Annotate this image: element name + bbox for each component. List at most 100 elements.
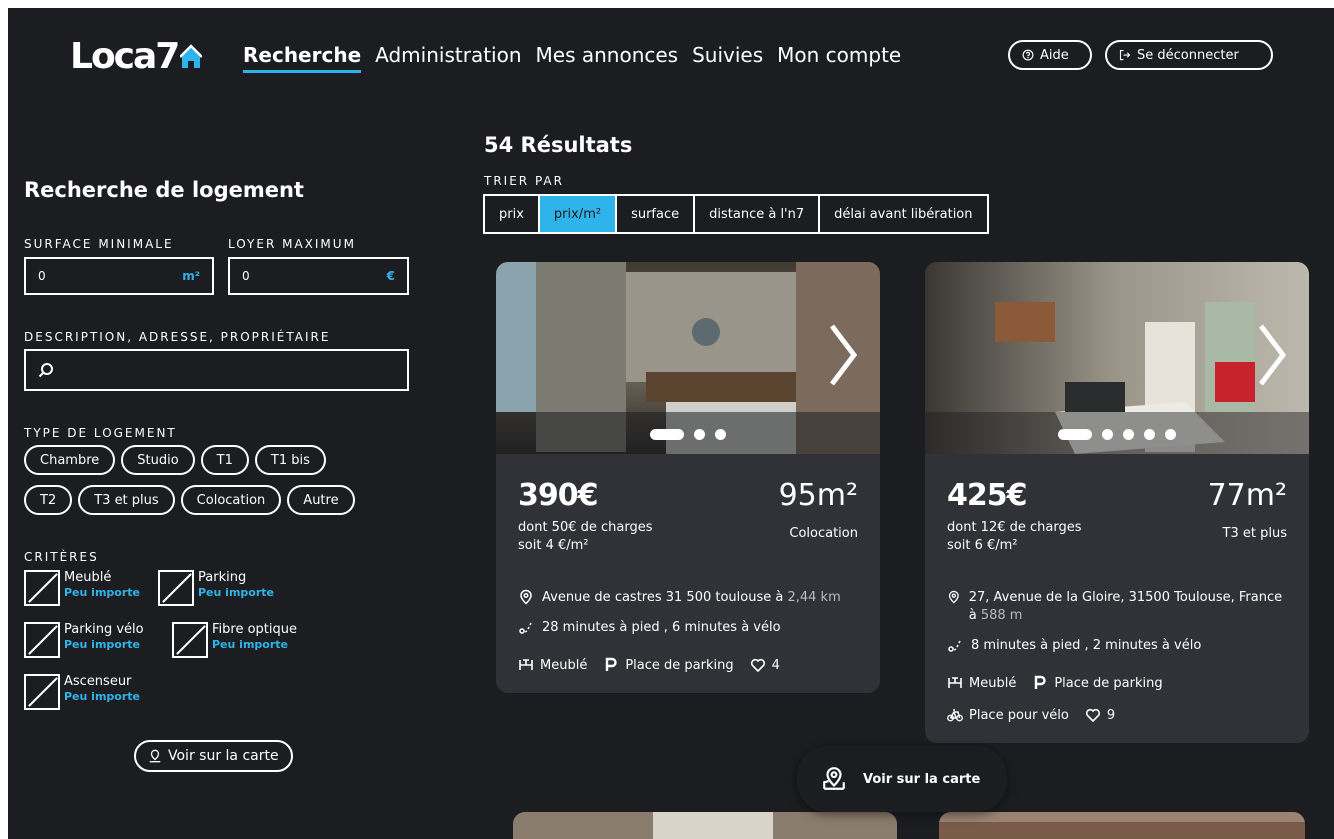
like-button[interactable]: 4 — [750, 657, 780, 673]
floating-map-button[interactable]: Voir sur la carte — [797, 746, 1007, 812]
sort-delai[interactable]: délai avant libération — [820, 196, 986, 232]
nav-item-mon-compte[interactable]: Mon compte — [777, 43, 901, 73]
surface-label: SURFACE MINIMALE — [24, 237, 174, 251]
logo[interactable]: Loca7 — [70, 36, 203, 77]
criterion-toggle[interactable] — [24, 622, 60, 658]
feature-parking: Place de parking — [1032, 675, 1163, 691]
sort-label: TRIER PAR — [484, 174, 564, 188]
type-chip-chambre[interactable]: Chambre — [24, 445, 116, 475]
rent-input[interactable]: 0 € — [228, 257, 409, 295]
sort-prix[interactable]: prix — [485, 196, 540, 232]
house-logo-icon — [180, 43, 203, 68]
listing-card[interactable]: 390€ 95m² Colocation dont 50€ de charges… — [496, 262, 880, 693]
feature-meuble: Meublé — [518, 657, 587, 673]
listing-photo[interactable] — [496, 262, 880, 454]
furniture-icon — [519, 659, 533, 670]
next-photo-arrow[interactable] — [828, 322, 858, 388]
parking-icon — [606, 657, 618, 671]
photo-dot-active[interactable] — [650, 429, 684, 440]
photo-dot[interactable] — [1144, 429, 1155, 440]
criterion-fibre-optique[interactable]: Fibre optique Peu importe — [172, 622, 297, 658]
criterion-toggle[interactable] — [172, 622, 208, 658]
heart-icon — [1085, 708, 1100, 723]
type-chip-t1-bis[interactable]: T1 bis — [254, 445, 326, 475]
heart-icon — [750, 658, 765, 673]
criterion-toggle[interactable] — [24, 674, 60, 710]
feature-parking: Place de parking — [603, 657, 734, 673]
listing-surface: 95m² — [778, 478, 858, 513]
criterion-parking-velo[interactable]: Parking vélo Peu importe — [24, 622, 144, 658]
photo-dot[interactable] — [694, 429, 705, 440]
nav-item-suivies[interactable]: Suivies — [692, 43, 763, 73]
type-chips-row-1: Chambre Studio T1 T1 bis — [24, 445, 326, 475]
type-chip-colocation[interactable]: Colocation — [180, 485, 282, 515]
nav-item-recherche[interactable]: Recherche — [243, 43, 362, 73]
main-nav: Recherche Administration Mes annonces Su… — [243, 43, 901, 73]
help-button[interactable]: Aide — [1008, 40, 1092, 70]
criteria-label: CRITÈRES — [24, 550, 99, 564]
photo-dot[interactable] — [1123, 429, 1134, 440]
location-pin-icon — [520, 589, 532, 605]
listing-type: T3 et plus — [1222, 526, 1287, 541]
route-icon — [519, 622, 532, 634]
feature-meuble: Meublé — [947, 675, 1016, 691]
sort-options: prix prix/m² surface distance à l'n7 dél… — [483, 194, 989, 234]
rent-label: LOYER MAXIMUM — [228, 237, 356, 251]
listing-travel-time: 8 minutes à pied , 2 minutes à vélo — [947, 637, 1287, 653]
type-chip-t1[interactable]: T1 — [200, 445, 249, 475]
photo-dot[interactable] — [715, 429, 726, 440]
sort-surface[interactable]: surface — [617, 196, 696, 232]
description-input[interactable] — [24, 349, 409, 391]
type-chip-t2[interactable]: T2 — [24, 485, 73, 515]
sidebar-map-button[interactable]: Voir sur la carte — [134, 740, 293, 772]
listing-surface: 77m² — [1207, 478, 1287, 513]
type-chip-studio[interactable]: Studio — [121, 445, 195, 475]
photo-dot[interactable] — [1102, 429, 1113, 440]
results-count: 54 Résultats — [484, 133, 633, 157]
criterion-ascenseur[interactable]: Ascenseur Peu importe — [24, 674, 140, 710]
surface-input[interactable]: 0 m² — [24, 257, 214, 295]
photo-dot-active[interactable] — [1058, 429, 1092, 440]
criterion-toggle[interactable] — [158, 570, 194, 606]
search-icon — [38, 363, 53, 378]
photo-dot[interactable] — [1165, 429, 1176, 440]
listing-address: Avenue de castres 31 500 toulouse à 2,44… — [518, 589, 858, 607]
listing-card-partial[interactable] — [513, 812, 897, 839]
kitchen-photo — [496, 262, 880, 454]
sort-prix-m2[interactable]: prix/m² — [539, 196, 618, 232]
criterion-meuble[interactable]: Meublé Peu importe — [24, 570, 140, 606]
type-chip-t3-plus[interactable]: T3 et plus — [78, 485, 175, 515]
photo-pagination — [496, 429, 880, 440]
criterion-parking[interactable]: Parking Peu importe — [158, 570, 274, 606]
listing-address: 27, Avenue de la Gloire, 31500 Toulouse,… — [947, 589, 1287, 625]
type-chips-row-2: T2 T3 et plus Colocation Autre — [24, 485, 355, 515]
search-panel-title: Recherche de logement — [24, 178, 304, 202]
type-label: TYPE DE LOGEMENT — [24, 426, 177, 440]
listing-photo[interactable] — [925, 262, 1309, 454]
logout-icon — [1119, 49, 1131, 61]
feature-velo: Place pour vélo — [947, 707, 1069, 723]
criterion-toggle[interactable] — [24, 570, 60, 606]
listing-card-partial[interactable] — [939, 812, 1305, 839]
listing-features: Meublé Place de parking 4 — [518, 657, 858, 673]
description-label: DESCRIPTION, ADRESSE, PROPRIÉTAIRE — [24, 330, 331, 344]
photo-pagination — [925, 429, 1309, 440]
map-pin-icon — [823, 767, 845, 790]
nav-item-mes-annonces[interactable]: Mes annonces — [536, 43, 679, 73]
nav-item-administration[interactable]: Administration — [375, 43, 521, 73]
bedroom-photo — [925, 262, 1309, 454]
furniture-icon — [948, 677, 962, 688]
map-pin-icon — [149, 749, 161, 763]
location-pin-icon — [948, 590, 959, 604]
next-photo-arrow[interactable] — [1257, 322, 1287, 388]
question-circle-icon — [1022, 49, 1034, 61]
type-chip-autre[interactable]: Autre — [287, 485, 355, 515]
like-button[interactable]: 9 — [1085, 707, 1115, 723]
parking-icon — [1035, 675, 1047, 689]
listing-card[interactable]: 425€ 77m² T3 et plus dont 12€ de charges… — [925, 262, 1309, 743]
listing-type: Colocation — [789, 526, 858, 541]
sort-distance[interactable]: distance à l'n7 — [695, 196, 821, 232]
bicycle-icon — [947, 709, 963, 722]
app-window: Loca7 Recherche Administration Mes annon… — [8, 8, 1334, 839]
logout-button[interactable]: Se déconnecter — [1105, 40, 1273, 70]
